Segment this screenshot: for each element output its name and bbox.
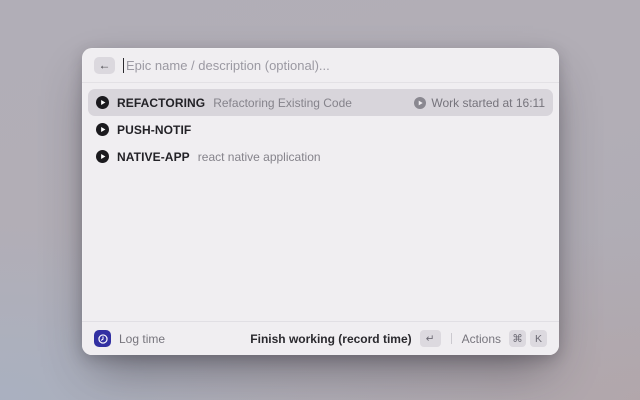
app-name-label: Log time bbox=[119, 332, 165, 346]
back-button[interactable]: ← bbox=[94, 57, 115, 74]
play-circle-icon bbox=[96, 123, 109, 136]
k-key[interactable]: K bbox=[530, 330, 547, 347]
play-circle-icon bbox=[96, 150, 109, 163]
arrow-left-icon: ← bbox=[99, 59, 111, 71]
actions-shortcut: ⌘ K bbox=[509, 330, 547, 347]
actions-label[interactable]: Actions bbox=[462, 332, 501, 346]
epic-subtitle: react native application bbox=[198, 150, 321, 164]
accessory-text: Work started at 16:11 bbox=[431, 96, 545, 110]
epic-title: REFACTORING bbox=[117, 96, 205, 110]
play-circle-icon bbox=[414, 97, 426, 109]
footer-divider bbox=[451, 333, 452, 344]
clock-icon bbox=[94, 330, 111, 347]
play-circle-icon bbox=[96, 96, 109, 109]
search-input[interactable] bbox=[124, 58, 547, 73]
epic-title: PUSH-NOTIF bbox=[117, 123, 191, 137]
list-item[interactable]: NATIVE-APP react native application bbox=[88, 143, 553, 170]
list-item[interactable]: PUSH-NOTIF bbox=[88, 116, 553, 143]
search-field-wrap bbox=[123, 58, 547, 73]
footer-bar: Log time Finish working (record time) ↵ … bbox=[82, 321, 559, 355]
epic-subtitle: Refactoring Existing Code bbox=[213, 96, 352, 110]
primary-action-label[interactable]: Finish working (record time) bbox=[250, 332, 411, 346]
enter-key[interactable]: ↵ bbox=[420, 330, 441, 347]
list-item[interactable]: REFACTORING Refactoring Existing Code Wo… bbox=[88, 89, 553, 116]
epic-title: NATIVE-APP bbox=[117, 150, 190, 164]
command-palette-window: ← REFACTORING Refactoring Existing Code bbox=[82, 48, 559, 355]
search-header: ← bbox=[82, 48, 559, 83]
cmd-key[interactable]: ⌘ bbox=[509, 330, 526, 347]
epic-list: REFACTORING Refactoring Existing Code Wo… bbox=[82, 83, 559, 321]
row-accessory: Work started at 16:11 bbox=[414, 96, 545, 110]
